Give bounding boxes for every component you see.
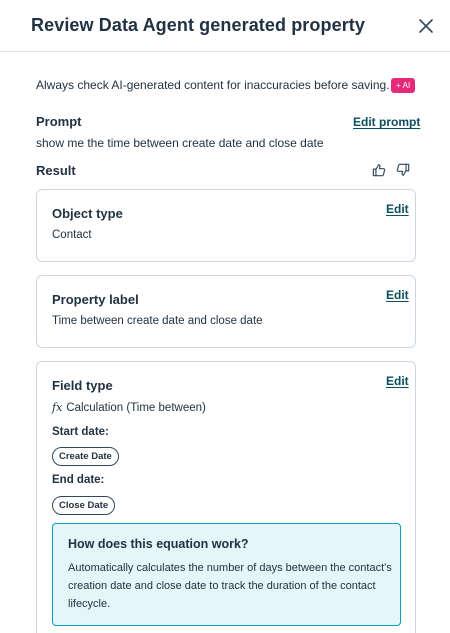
ai-disclaimer: Always check AI-generated content for in… — [36, 78, 390, 92]
field-type-edit-link[interactable]: Edit — [386, 374, 409, 388]
property-label-value: Time between create date and close date — [52, 315, 263, 327]
edit-prompt-link[interactable]: Edit prompt — [353, 115, 420, 129]
prompt-label: Prompt — [36, 114, 82, 129]
property-label-title: Property label — [52, 292, 139, 307]
ai-badge: + AI — [391, 78, 416, 93]
panel-title: Review Data Agent generated property — [31, 15, 366, 35]
panel-header: Review Data Agent generated property — [0, 0, 450, 52]
end-date-label: End date: — [52, 474, 105, 486]
function-icon: fx — [52, 401, 63, 414]
object-type-card: Object type Edit Contact — [36, 189, 416, 262]
thumbs-down-button[interactable] — [396, 163, 410, 177]
thumbs-up-icon — [372, 164, 386, 177]
equation-info-text: Automatically calculates the number of d… — [68, 562, 392, 610]
field-type-title: Field type — [52, 378, 113, 393]
result-label: Result — [36, 163, 76, 178]
object-type-title: Object type — [52, 206, 123, 221]
equation-info-box: How does this equation work? Automatical… — [52, 523, 401, 626]
start-date-label: Start date: — [52, 426, 109, 438]
prompt-text: show me the time between create date and… — [36, 136, 324, 150]
close-icon — [419, 19, 433, 33]
sparkle-plus-icon: + — [396, 81, 401, 90]
field-type-value: Calculation (Time between) — [66, 401, 206, 414]
end-date-chip: Close Date — [52, 496, 116, 515]
ai-badge-label: AI — [402, 81, 411, 90]
object-type-edit-link[interactable]: Edit — [386, 202, 409, 216]
object-type-value: Contact — [52, 229, 92, 241]
property-label-edit-link[interactable]: Edit — [386, 288, 409, 302]
equation-info-title: How does this equation work? — [68, 537, 249, 551]
close-button[interactable] — [414, 14, 438, 38]
start-date-chip: Create Date — [52, 447, 119, 466]
thumbs-up-button[interactable] — [372, 163, 386, 177]
field-type-value-row: fx Calculation (Time between) — [52, 401, 206, 414]
thumbs-down-icon — [396, 163, 410, 176]
property-label-card: Property label Edit Time between create … — [36, 275, 416, 348]
field-type-card: Field type Edit fx Calculation (Time bet… — [36, 361, 416, 633]
